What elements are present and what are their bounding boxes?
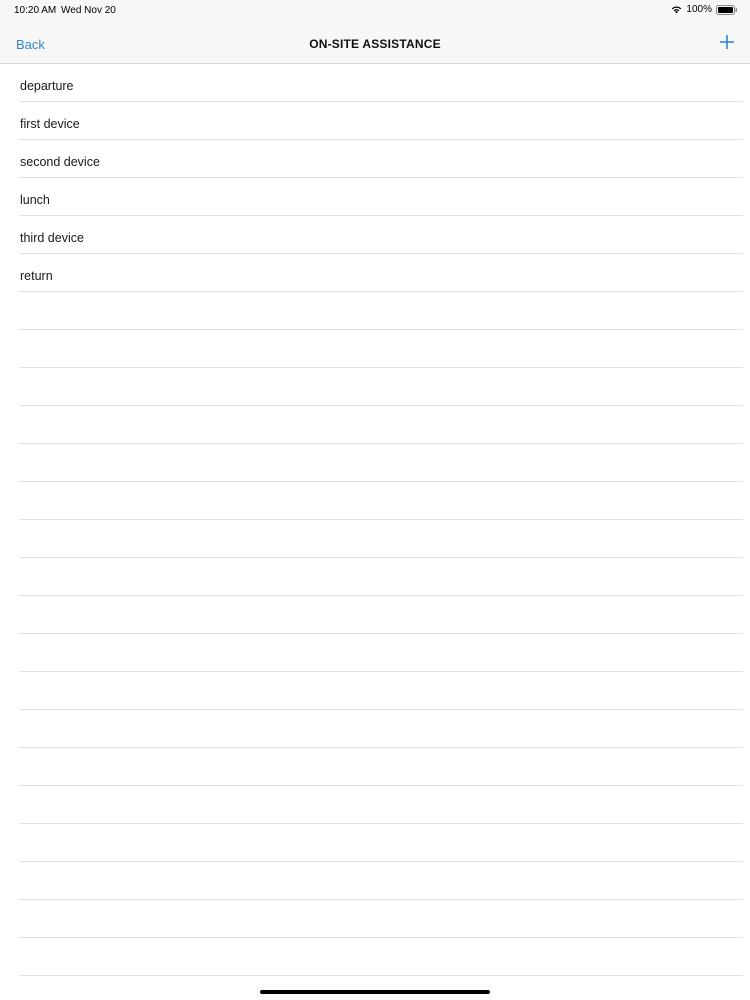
battery-percent: 100% [686, 4, 712, 15]
row-label: lunch [20, 193, 50, 207]
empty-row [19, 406, 743, 444]
empty-row [19, 710, 743, 748]
empty-row [19, 672, 743, 710]
empty-row [19, 444, 743, 482]
row-label: return [20, 269, 53, 283]
empty-row [19, 748, 743, 786]
table-row[interactable]: departure [19, 64, 743, 102]
navigation-bar: Back ON-SITE ASSISTANCE [0, 20, 750, 64]
battery-icon [716, 4, 738, 15]
table-row[interactable]: second device [19, 140, 743, 178]
empty-row [19, 292, 743, 330]
status-right: 100% [671, 4, 738, 15]
home-indicator[interactable] [260, 990, 490, 994]
table-row[interactable]: third device [19, 216, 743, 254]
page-title: ON-SITE ASSISTANCE [309, 37, 441, 51]
empty-row [19, 330, 743, 368]
status-bar: 10:20 AM Wed Nov 20 100% [0, 0, 750, 20]
empty-row [19, 368, 743, 406]
row-label: departure [20, 79, 74, 93]
table-row[interactable]: lunch [19, 178, 743, 216]
empty-row [19, 938, 743, 976]
wifi-icon [671, 5, 682, 14]
status-date: Wed Nov 20 [61, 5, 116, 16]
empty-row [19, 900, 743, 938]
empty-row [19, 558, 743, 596]
empty-row [19, 596, 743, 634]
empty-row [19, 520, 743, 558]
empty-row [19, 786, 743, 824]
add-button[interactable] [718, 33, 736, 51]
status-time: 10:20 AM [14, 5, 57, 16]
row-label: second device [20, 155, 100, 169]
row-label: third device [20, 231, 84, 245]
plus-icon [720, 35, 734, 49]
screen: 10:20 AM Wed Nov 20 100% Back ON-SITE AS… [0, 0, 750, 1000]
empty-row [19, 824, 743, 862]
row-label: first device [20, 117, 80, 131]
table-list: departure first device second device lun… [0, 64, 750, 976]
empty-row [19, 862, 743, 900]
empty-row [19, 482, 743, 520]
table-row[interactable]: first device [19, 102, 743, 140]
table-row[interactable]: return [19, 254, 743, 292]
empty-row [19, 634, 743, 672]
